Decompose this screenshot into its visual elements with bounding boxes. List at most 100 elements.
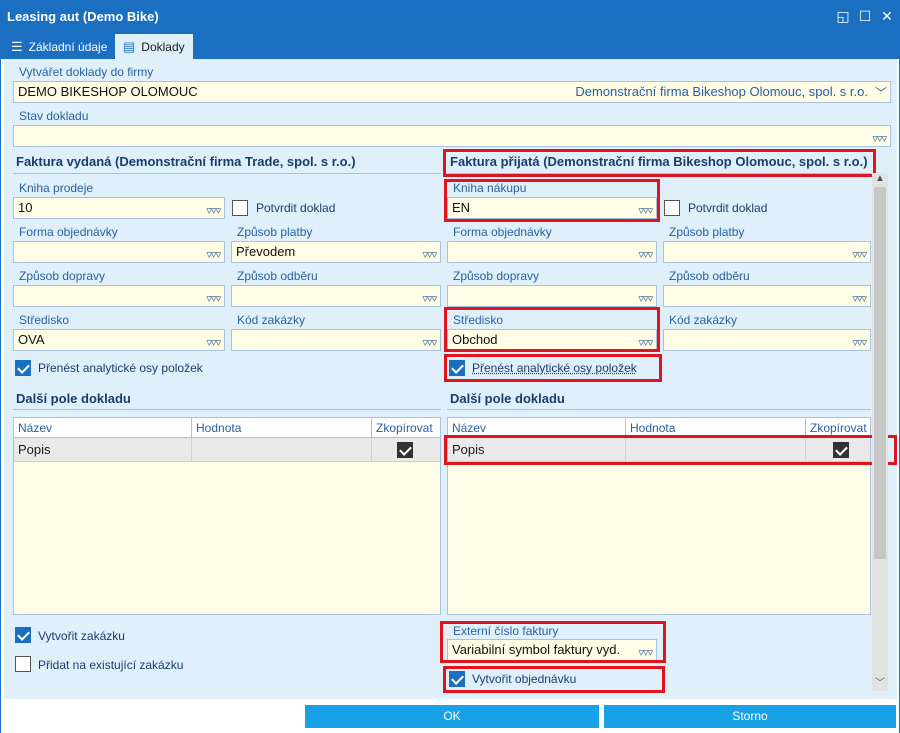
received-transfer-checkbox[interactable] bbox=[449, 360, 465, 376]
received-other-fields-header: Další pole dokladu bbox=[450, 391, 565, 406]
window-title: Leasing aut (Demo Bike) bbox=[7, 9, 159, 24]
issued-other-fields-header: Další pole dokladu bbox=[16, 391, 131, 406]
purchase-book-select[interactable]: EN ▿▿▿ bbox=[447, 197, 657, 219]
dropdown-icon: ▿▿▿ bbox=[206, 205, 221, 217]
issued-fields-grid: Název Hodnota Zkopírovat Popis bbox=[13, 417, 441, 615]
company-label: Vytvářet doklady do firmy bbox=[19, 65, 154, 79]
issued-transport-select[interactable]: ▿▿▿ bbox=[13, 285, 225, 307]
purchase-book-label: Kniha nákupu bbox=[453, 181, 527, 195]
close-icon[interactable]: ✕ bbox=[878, 7, 896, 25]
received-fields-grid: Název Hodnota Zkopírovat Popis bbox=[447, 417, 871, 615]
create-order-label: Vytvořit objednávku bbox=[472, 672, 577, 686]
restore-icon[interactable]: ◱ bbox=[834, 7, 852, 25]
dropdown-icon: ▿▿▿ bbox=[872, 133, 887, 145]
grid-header-name[interactable]: Název bbox=[448, 418, 626, 438]
create-order-checkbox[interactable] bbox=[449, 671, 465, 687]
received-contract-select[interactable]: ▿▿▿ bbox=[663, 329, 871, 351]
title-bar: Leasing aut (Demo Bike) ◱ ☐ ✕ bbox=[1, 1, 899, 32]
issued-payment-label: Způsob platby bbox=[237, 225, 313, 239]
dropdown-icon: ▿▿▿ bbox=[422, 249, 437, 261]
dropdown-icon: ▿▿▿ bbox=[206, 293, 221, 305]
tab-bar: ☰ Základní údaje ▤ Doklady bbox=[1, 32, 899, 59]
issued-payment-select[interactable]: Převodem ▿▿▿ bbox=[231, 241, 441, 263]
grid-header-copy[interactable]: Zkopírovat bbox=[806, 418, 870, 438]
dropdown-icon: ▿▿▿ bbox=[422, 293, 437, 305]
tab-documents[interactable]: ▤ Doklady bbox=[115, 34, 193, 59]
divider bbox=[13, 409, 441, 410]
received-invoice-header: Faktura přijatá (Demonstrační firma Bike… bbox=[450, 154, 868, 169]
received-copy-checkbox[interactable] bbox=[833, 442, 849, 458]
received-center-select[interactable]: Obchod ▿▿▿ bbox=[447, 329, 657, 351]
received-transport-label: Způsob dopravy bbox=[453, 269, 540, 283]
external-number-label: Externí číslo faktury bbox=[453, 624, 559, 638]
vertical-scrollbar[interactable]: ▲ ﹀ bbox=[872, 173, 888, 691]
dropdown-icon: ▿▿▿ bbox=[638, 205, 653, 217]
tab-basic-info[interactable]: ☰ Základní údaje bbox=[3, 34, 115, 59]
maximize-icon[interactable]: ☐ bbox=[856, 7, 874, 25]
add-existing-contract-label: Přidat na existující zakázku bbox=[38, 658, 184, 672]
received-confirm-checkbox[interactable] bbox=[664, 200, 680, 216]
table-row[interactable]: Popis bbox=[448, 438, 870, 462]
grid-header-value[interactable]: Hodnota bbox=[626, 418, 806, 438]
cell-name: Popis bbox=[448, 438, 626, 462]
scroll-down-icon[interactable]: ﹀ bbox=[872, 674, 888, 689]
cancel-button[interactable]: Storno bbox=[604, 705, 896, 728]
divider bbox=[447, 409, 871, 410]
issued-invoice-header: Faktura vydaná (Demonstrační firma Trade… bbox=[16, 154, 356, 169]
dropdown-icon: ▿▿▿ bbox=[638, 293, 653, 305]
create-contract-checkbox[interactable] bbox=[15, 627, 31, 643]
ok-button[interactable]: OK bbox=[305, 705, 599, 728]
add-existing-contract-checkbox[interactable] bbox=[15, 656, 31, 672]
dialog-window: Leasing aut (Demo Bike) ◱ ☐ ✕ ☰ Základní … bbox=[0, 0, 900, 733]
issued-contract-select[interactable]: ▿▿▿ bbox=[231, 329, 441, 351]
cell-value bbox=[192, 438, 372, 462]
dropdown-icon: ▿▿▿ bbox=[206, 337, 221, 349]
dropdown-icon: ▿▿▿ bbox=[422, 337, 437, 349]
received-pickup-label: Způsob odběru bbox=[669, 269, 750, 283]
cell-value bbox=[626, 438, 806, 462]
dropdown-icon: ▿▿▿ bbox=[638, 647, 653, 659]
grid-header-copy[interactable]: Zkopírovat bbox=[372, 418, 440, 438]
received-payment-label: Způsob platby bbox=[669, 225, 745, 239]
received-transfer-label: Přenést analytické osy položek bbox=[472, 361, 637, 375]
divider bbox=[13, 173, 441, 174]
received-pickup-select[interactable]: ▿▿▿ bbox=[663, 285, 871, 307]
status-label: Stav dokladu bbox=[19, 109, 89, 123]
company-select[interactable]: DEMO BIKESHOP OLOMOUC Demonstrační firma… bbox=[13, 81, 891, 103]
documents-panel: Vytvářet doklady do firmy DEMO BIKESHOP … bbox=[4, 59, 897, 699]
document-icon: ▤ bbox=[123, 39, 136, 54]
received-order-form-select[interactable]: ▿▿▿ bbox=[447, 241, 657, 263]
sales-book-select[interactable]: 10 ▿▿▿ bbox=[13, 197, 225, 219]
issued-contract-label: Kód zakázky bbox=[237, 313, 306, 327]
received-contract-label: Kód zakázky bbox=[669, 313, 738, 327]
received-confirm-label: Potvrdit doklad bbox=[688, 201, 768, 215]
issued-confirm-checkbox[interactable] bbox=[232, 200, 248, 216]
issued-transport-label: Způsob dopravy bbox=[19, 269, 106, 283]
scroll-up-icon[interactable]: ▲ bbox=[872, 173, 888, 184]
issued-transfer-label: Přenést analytické osy položek bbox=[38, 361, 203, 375]
list-icon: ☰ bbox=[11, 39, 23, 54]
dropdown-icon: ▿▿▿ bbox=[852, 249, 867, 261]
dropdown-icon: ▿▿▿ bbox=[638, 249, 653, 261]
company-description: Demonstrační firma Bikeshop Olomouc, spo… bbox=[575, 84, 868, 99]
dialog-footer: OK Storno bbox=[1, 701, 899, 733]
issued-confirm-label: Potvrdit doklad bbox=[256, 201, 336, 215]
received-center-label: Středisko bbox=[453, 313, 504, 327]
issued-pickup-select[interactable]: ▿▿▿ bbox=[231, 285, 441, 307]
received-order-form-label: Forma objednávky bbox=[453, 225, 552, 239]
issued-order-form-select[interactable]: ▿▿▿ bbox=[13, 241, 225, 263]
scrollbar-thumb[interactable] bbox=[874, 187, 886, 559]
divider bbox=[447, 173, 871, 174]
external-number-select[interactable]: Variabilní symbol faktury vyd. ▿▿▿ bbox=[447, 639, 657, 661]
dropdown-icon: ▿▿▿ bbox=[206, 249, 221, 261]
cell-name: Popis bbox=[14, 438, 192, 462]
issued-copy-checkbox[interactable] bbox=[397, 442, 413, 458]
issued-center-select[interactable]: OVA ▿▿▿ bbox=[13, 329, 225, 351]
received-payment-select[interactable]: ▿▿▿ bbox=[663, 241, 871, 263]
status-select[interactable]: ▿▿▿ bbox=[13, 125, 891, 147]
table-row[interactable]: Popis bbox=[14, 438, 440, 462]
grid-header-value[interactable]: Hodnota bbox=[192, 418, 372, 438]
received-transport-select[interactable]: ▿▿▿ bbox=[447, 285, 657, 307]
grid-header-name[interactable]: Název bbox=[14, 418, 192, 438]
issued-transfer-checkbox[interactable] bbox=[15, 360, 31, 376]
